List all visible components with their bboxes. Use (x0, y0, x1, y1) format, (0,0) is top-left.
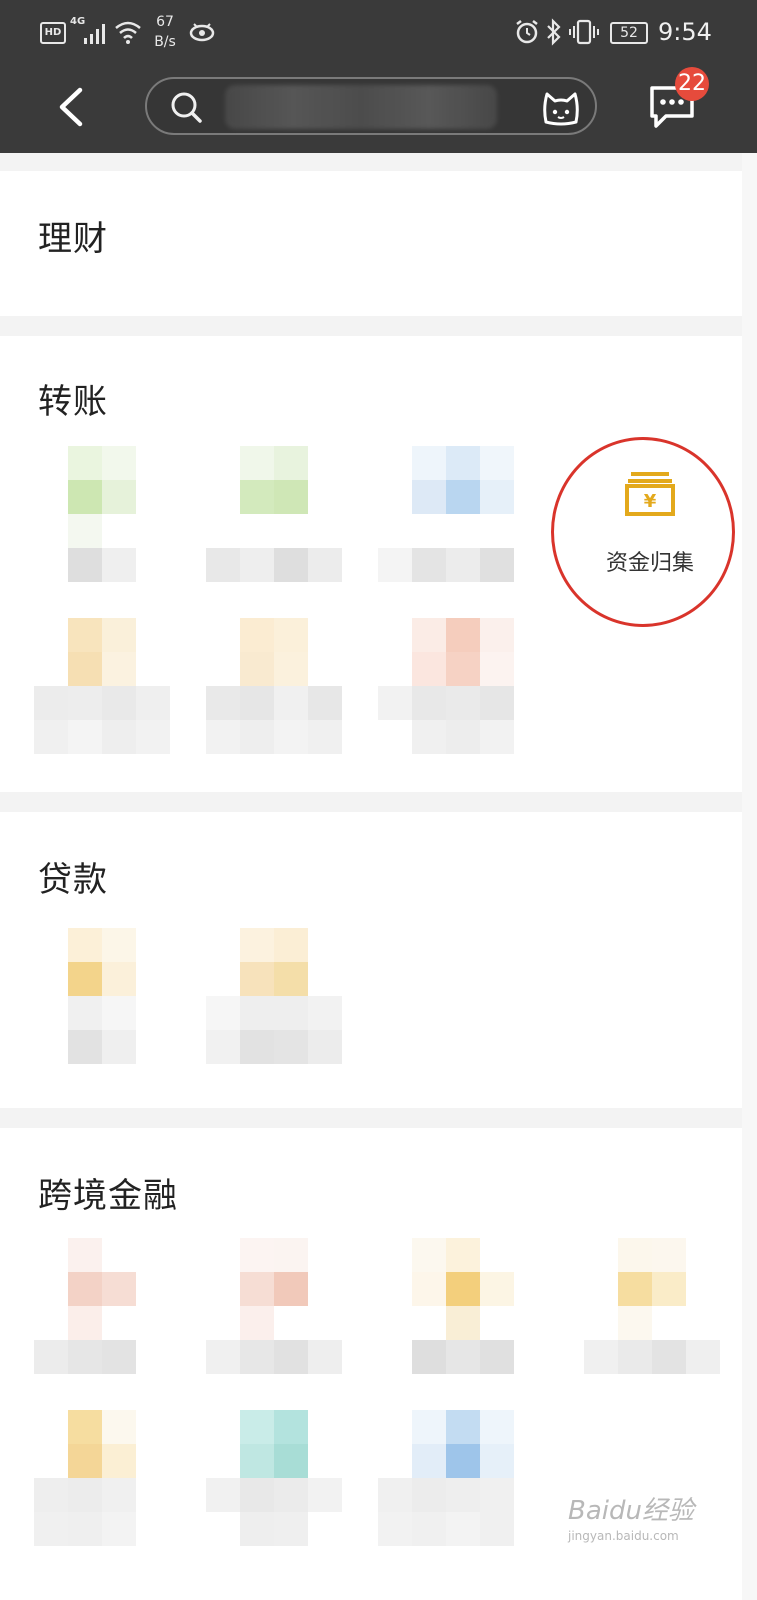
transfer-item-6[interactable] (206, 618, 346, 758)
hd-indicator: HD (40, 22, 66, 44)
baidu-watermark: Baidu经验 jingyan.baidu.com (568, 1490, 694, 1543)
bluetooth-icon (547, 18, 561, 46)
fund-collection-label: 资金归集 (605, 551, 694, 576)
watermark-site: jingyan.baidu.com (568, 1529, 679, 1543)
back-icon[interactable] (52, 84, 92, 130)
cross-border-item-7[interactable] (378, 1410, 518, 1550)
network-speed: 67 B/s (150, 12, 180, 52)
fund-collection-button[interactable]: ¥ 资金归集 (585, 465, 715, 585)
right-edge (742, 153, 757, 1600)
cross-border-item-4[interactable] (584, 1238, 724, 1378)
svg-text:¥: ¥ (644, 491, 657, 512)
watermark-brand: Baidu经验 (568, 1496, 694, 1526)
transfer-item-2[interactable] (206, 446, 346, 586)
top-bar: HD 4G 67 B/s 52 9:54 22 (0, 0, 757, 153)
speed-unit: B/s (154, 34, 176, 50)
signal-icon (84, 24, 105, 44)
eye-icon (189, 23, 215, 42)
transfer-item-1[interactable] (34, 446, 174, 586)
battery-indicator: 52 (610, 22, 648, 44)
section-wealth: 理财 (0, 171, 742, 316)
mascot-icon[interactable] (541, 88, 581, 126)
loan-item-1[interactable] (34, 928, 174, 1068)
network-type: 4G (70, 16, 86, 27)
cross-border-item-3[interactable] (378, 1238, 518, 1378)
message-badge: 22 (675, 67, 709, 101)
cross-border-item-5[interactable] (34, 1410, 174, 1550)
search-input[interactable] (217, 87, 521, 127)
transfer-item-3[interactable] (378, 446, 518, 586)
speed-value: 67 (156, 14, 174, 30)
search-bar[interactable] (145, 77, 597, 135)
clock: 9:54 (658, 18, 712, 46)
section-loan: 贷款 (0, 812, 742, 1108)
vibrate-icon (569, 19, 599, 45)
wifi-icon (115, 21, 141, 44)
status-bar: HD 4G 67 B/s 52 9:54 (0, 0, 757, 62)
search-icon (171, 92, 202, 123)
money-box-icon: ¥ (625, 472, 675, 516)
transfer-item-7[interactable] (378, 618, 518, 758)
nav-bar: 22 (0, 62, 757, 153)
section-title: 贷款 (38, 860, 108, 900)
section-title: 转账 (38, 382, 108, 422)
section-title: 跨境金融 (38, 1176, 178, 1216)
section-title: 理财 (38, 219, 108, 259)
alarm-icon (516, 20, 538, 44)
cross-border-item-1[interactable] (34, 1238, 174, 1378)
cross-border-item-6[interactable] (206, 1410, 346, 1550)
cross-border-item-2[interactable] (206, 1238, 346, 1378)
transfer-item-5[interactable] (34, 618, 174, 758)
loan-item-2[interactable] (206, 928, 346, 1068)
